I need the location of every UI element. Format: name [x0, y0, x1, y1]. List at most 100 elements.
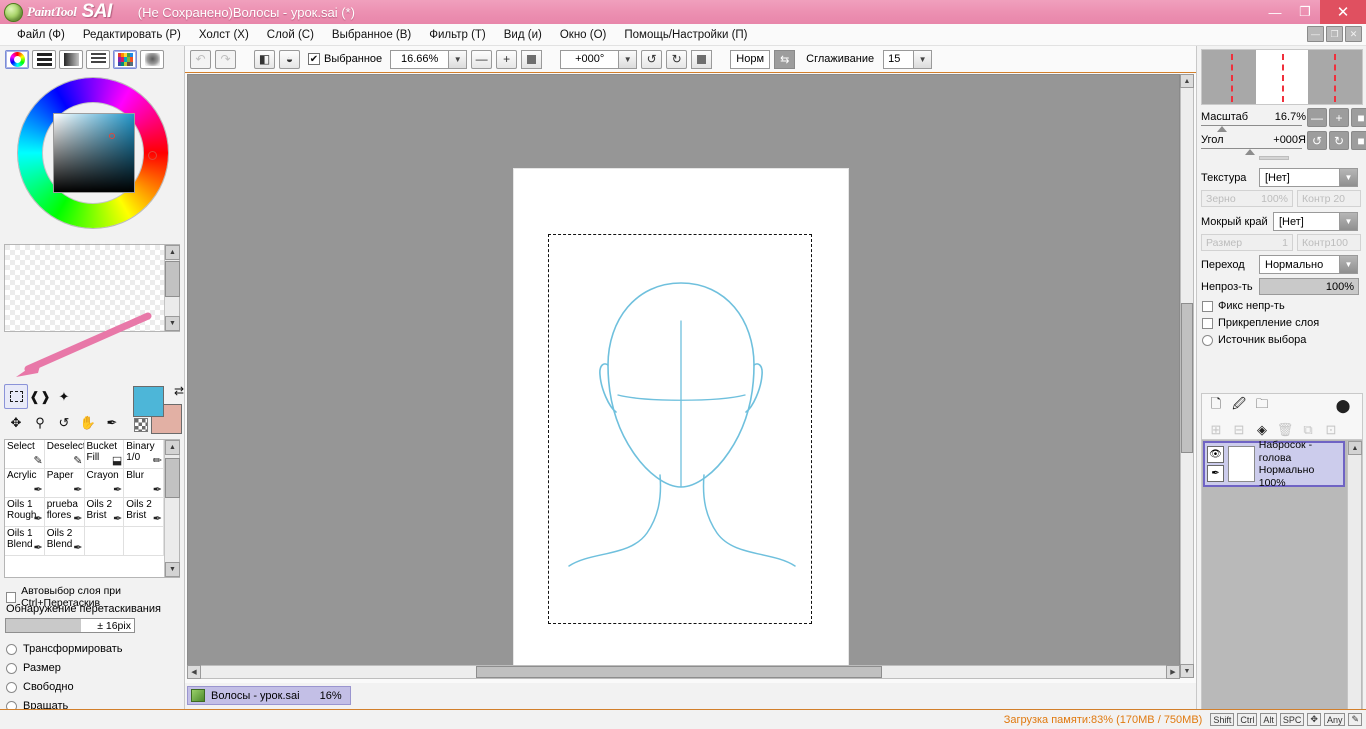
blank-tool-1[interactable]	[76, 384, 100, 409]
magic-wand-tool[interactable]: ✦	[52, 384, 76, 409]
rgb-sliders-tab[interactable]	[32, 50, 56, 69]
rotate-cw-button[interactable]: ↻	[666, 49, 688, 69]
saturation-value-box[interactable]	[52, 113, 135, 193]
brush-preset[interactable]: Bucket Fill ⬓	[84, 440, 125, 469]
scroll-left-arrow-icon[interactable]: ◀	[187, 665, 201, 679]
chevron-down-icon[interactable]: ▼	[913, 49, 933, 69]
scale-minus-button[interactable]: —	[1307, 108, 1327, 127]
eyedropper-tool[interactable]: ✒	[100, 410, 124, 435]
brush-preset[interactable]: Select ✎	[5, 440, 45, 469]
selection-source-option[interactable]: Источник выбора	[1202, 334, 1306, 346]
angle-cw-button[interactable]: ↻	[1329, 131, 1349, 150]
apply-mask-icon[interactable]: ◈	[1252, 421, 1272, 439]
brush-preset[interactable]: Oils 2 Brist ✒	[124, 498, 164, 527]
scale-slider-row[interactable]: Масштаб 16.7%	[1201, 111, 1306, 123]
undo-button[interactable]: ↶	[190, 49, 211, 69]
scrollbar-down-arrow-icon[interactable]: ▼	[165, 562, 180, 577]
scroll-down-arrow-icon[interactable]: ▼	[1180, 664, 1194, 678]
brush-preset[interactable]: Acrylic ✒	[5, 469, 45, 498]
zoom-in-button[interactable]: +	[496, 49, 518, 69]
menu-file[interactable]: Файл (Ф)	[8, 27, 74, 43]
scratch-pad[interactable]: ▲ ▼	[4, 244, 180, 332]
hand-tool[interactable]: ✋	[76, 410, 100, 435]
brush-preset[interactable]: prueba flores ✒	[44, 498, 85, 527]
scrollbar-down-arrow-icon[interactable]: ▼	[165, 316, 180, 331]
texture-value[interactable]: [Нет]	[1259, 168, 1339, 187]
radio-icon[interactable]	[6, 662, 17, 674]
zoom-tool[interactable]: ⚲	[28, 410, 52, 435]
chevron-down-icon[interactable]: ▼	[448, 49, 468, 69]
layer-list-scrollbar[interactable]: ▲ ▼	[1347, 441, 1362, 727]
scroll-up-arrow-icon[interactable]: ▲	[1180, 74, 1194, 88]
menu-canvas[interactable]: Холст (Х)	[190, 27, 258, 43]
brush-preset[interactable]: Deselect ✎	[44, 440, 85, 469]
brush-preset[interactable]: Paper ✒	[44, 469, 85, 498]
document-tab[interactable]: Волосы - урок.sai 16%	[187, 686, 351, 705]
mdi-close-button[interactable]: ✕	[1345, 26, 1362, 42]
move-tool[interactable]: ✥	[4, 410, 28, 435]
scale-slider-handle[interactable]	[1217, 126, 1227, 132]
canvas-paper[interactable]	[514, 169, 848, 669]
new-layer-icon[interactable]: 🗋	[1206, 396, 1226, 415]
lock-opacity-checkbox[interactable]	[1202, 300, 1213, 312]
rotate-tool[interactable]: ↺	[52, 410, 76, 435]
brush-preset[interactable]: Oils 2 Brist ✒	[84, 498, 125, 527]
layer-visibility-eye-icon[interactable]: 👁	[1207, 446, 1224, 463]
canvas-viewport[interactable]	[187, 74, 1180, 678]
maximize-button[interactable]: ❐	[1290, 0, 1320, 24]
selection-marquee-tool[interactable]	[4, 384, 28, 409]
group-layer-icon[interactable]: ⊡	[1321, 421, 1341, 439]
menu-window[interactable]: Окно (О)	[551, 27, 616, 43]
brush-preset-list[interactable]: Select ✎ Deselect ✎ Bucket Fill ⬓ Binary 1/…	[4, 439, 180, 578]
color-wheel-widget[interactable]	[5, 74, 180, 228]
chevron-down-icon[interactable]: ▼	[618, 49, 638, 69]
scroll-right-arrow-icon[interactable]: ▶	[1166, 665, 1180, 679]
gradient-tab[interactable]	[59, 50, 83, 69]
brush-preset[interactable]: Blur ✒	[124, 469, 164, 498]
swap-colors-icon[interactable]: ⇄	[174, 384, 184, 398]
swatches-tab[interactable]	[113, 50, 137, 69]
scale-reset-button[interactable]: ■	[1351, 108, 1366, 127]
smoothing-combo[interactable]: 15 ▼	[883, 49, 933, 69]
vertical-scroll-thumb[interactable]	[1181, 303, 1193, 453]
new-linework-layer-icon[interactable]: 🖉	[1229, 396, 1249, 415]
horizontal-scroll-thumb[interactable]	[476, 666, 882, 678]
blend-value[interactable]: Нормально	[1259, 255, 1339, 274]
menu-edit[interactable]: Редактировать (Р)	[74, 27, 190, 43]
brush-preset[interactable]: Oils 1 Rough ✒	[5, 498, 45, 527]
rotate-ccw-button[interactable]: ↺	[641, 49, 663, 69]
scratch-pad-scrollbar[interactable]: ▲ ▼	[164, 245, 180, 331]
mode-size[interactable]: Размер	[6, 662, 61, 674]
zoom-reset-button[interactable]	[521, 49, 543, 69]
flip-vertical-button[interactable]: ◒	[279, 49, 300, 69]
rotate-reset-button[interactable]	[691, 49, 713, 69]
texture-combo[interactable]: [Нет] ▼	[1259, 168, 1358, 187]
canvas-vertical-scrollbar[interactable]: ▲ ▼	[1180, 74, 1194, 678]
canvas-horizontal-scrollbar[interactable]: ◀ ▶	[187, 665, 1180, 679]
mode-free[interactable]: Свободно	[6, 681, 74, 693]
lasso-tool[interactable]: ❰❱	[28, 384, 52, 409]
layer-list[interactable]: 👁 ✒ Набросок - голова Нормально 100% ▲ ▼	[1201, 439, 1363, 729]
menu-filter[interactable]: Фильтр (Т)	[420, 27, 495, 43]
menu-view[interactable]: Вид (и)	[495, 27, 551, 43]
layer-mask-icon[interactable]: ⬤	[1333, 397, 1353, 415]
clipping-group-option[interactable]: Прикрепление слоя	[1202, 317, 1319, 329]
autoselect-checkbox[interactable]	[6, 591, 17, 603]
drag-detect-field[interactable]: ± 16pix	[5, 618, 135, 633]
zoom-combo[interactable]: 16.66% ▼	[390, 49, 468, 69]
clipping-group-checkbox[interactable]	[1202, 317, 1213, 329]
color-list-tab[interactable]	[86, 50, 110, 69]
scratchpad-tab[interactable]	[140, 50, 164, 69]
scale-plus-button[interactable]: +	[1329, 108, 1349, 127]
navigator-thumbnail[interactable]	[1201, 49, 1363, 105]
layer-row[interactable]: 👁 ✒ Набросок - голова Нормально 100%	[1203, 439, 1345, 489]
duplicate-layer-icon[interactable]: ⧉	[1298, 421, 1318, 439]
scrollbar-up-arrow-icon[interactable]: ▲	[165, 245, 180, 260]
chevron-down-icon[interactable]: ▼	[1339, 168, 1358, 187]
delete-layer-icon[interactable]: 🗑	[1275, 421, 1295, 439]
lock-opacity-option[interactable]: Фикс непр-ть	[1202, 300, 1285, 312]
selected-checkbox[interactable]: ✔	[308, 53, 320, 65]
wet-edge-value[interactable]: [Нет]	[1273, 212, 1339, 231]
chevron-down-icon[interactable]: ▼	[1339, 212, 1358, 231]
wet-edge-combo[interactable]: [Нет] ▼	[1273, 212, 1358, 231]
